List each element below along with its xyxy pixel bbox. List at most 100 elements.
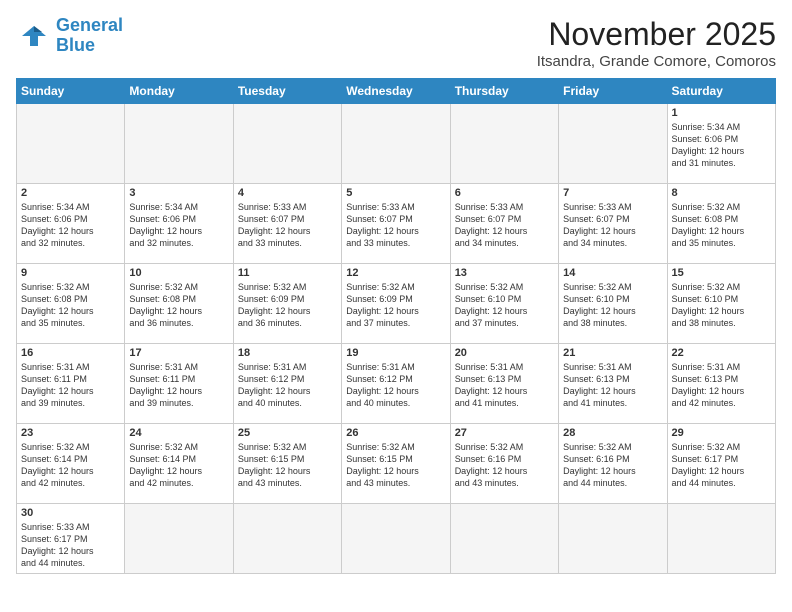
calendar-cell: 9 Sunrise: 5:32 AM Sunset: 6:08 PM Daylig… [17,264,125,344]
column-header-wednesday: Wednesday [342,79,450,104]
calendar-cell: 11 Sunrise: 5:32 AM Sunset: 6:09 PM Dayli… [233,264,341,344]
column-header-sunday: Sunday [17,79,125,104]
day-number: 25 [238,427,337,439]
day-number: 27 [455,427,554,439]
calendar-cell [125,104,233,184]
calendar-cell [667,504,775,574]
day-info: Sunrise: 5:34 AM Sunset: 6:06 PM Dayligh… [21,201,120,250]
day-number: 23 [21,427,120,439]
calendar-cell: 24Sunrise: 5:32 AM Sunset: 6:14 PM Dayli… [125,424,233,504]
day-info: Sunrise: 5:31 AM Sunset: 6:13 PM Dayligh… [563,361,662,410]
logo-blue: Blue [56,35,95,55]
day-number: 2 [21,187,120,199]
day-info: Sunrise: 5:31 AM Sunset: 6:13 PM Dayligh… [455,361,554,410]
header-row: SundayMondayTuesdayWednesdayThursdayFrid… [17,79,776,104]
day-info: Sunrise: 5:32 AM Sunset: 6:10 PM Dayligh… [455,281,554,330]
calendar-cell: 27 Sunrise: 5:32 AM Sunset: 6:16 PM Dayli… [450,424,558,504]
calendar-cell [233,104,341,184]
week-row-6: 30 Sunrise: 5:33 AM Sunset: 6:17 PM Dayli… [17,504,776,574]
location-subtitle: Itsandra, Grande Comore, Comoros [537,53,776,70]
day-info: Sunrise: 5:31 AM Sunset: 6:11 PM Dayligh… [21,361,120,410]
calendar-cell: 1 Sunrise: 5:34 AM Sunset: 6:06 PM Daylig… [667,104,775,184]
day-number: 14 [563,267,662,279]
day-info: Sunrise: 5:31 AM Sunset: 6:12 PM Dayligh… [238,361,337,410]
day-info: Sunrise: 5:33 AM Sunset: 6:17 PM Dayligh… [21,521,120,570]
calendar-cell: 3Sunrise: 5:34 AM Sunset: 6:06 PM Daylig… [125,184,233,264]
day-info: Sunrise: 5:32 AM Sunset: 6:09 PM Dayligh… [346,281,445,330]
day-number: 17 [129,347,228,359]
day-number: 20 [455,347,554,359]
calendar-cell: 4Sunrise: 5:33 AM Sunset: 6:07 PM Daylig… [233,184,341,264]
day-info: Sunrise: 5:32 AM Sunset: 6:15 PM Dayligh… [238,441,337,490]
calendar-cell [559,504,667,574]
day-number: 26 [346,427,445,439]
calendar-cell: 7 Sunrise: 5:33 AM Sunset: 6:07 PM Daylig… [559,184,667,264]
calendar-cell [342,504,450,574]
calendar-cell: 12 Sunrise: 5:32 AM Sunset: 6:09 PM Dayli… [342,264,450,344]
day-info: Sunrise: 5:33 AM Sunset: 6:07 PM Dayligh… [563,201,662,250]
day-info: Sunrise: 5:33 AM Sunset: 6:07 PM Dayligh… [238,201,337,250]
day-info: Sunrise: 5:31 AM Sunset: 6:13 PM Dayligh… [672,361,771,410]
week-row-1: 1 Sunrise: 5:34 AM Sunset: 6:06 PM Daylig… [17,104,776,184]
calendar-cell: 22Sunrise: 5:31 AM Sunset: 6:13 PM Dayli… [667,344,775,424]
calendar-cell: 18Sunrise: 5:31 AM Sunset: 6:12 PM Dayli… [233,344,341,424]
day-number: 15 [672,267,771,279]
day-number: 6 [455,187,554,199]
day-info: Sunrise: 5:32 AM Sunset: 6:09 PM Dayligh… [238,281,337,330]
calendar-cell: 28 Sunrise: 5:32 AM Sunset: 6:16 PM Dayli… [559,424,667,504]
title-block: November 2025 Itsandra, Grande Comore, C… [537,16,776,70]
logo-icon [16,22,52,50]
day-number: 30 [21,507,120,519]
calendar-cell: 14 Sunrise: 5:32 AM Sunset: 6:10 PM Dayli… [559,264,667,344]
day-number: 28 [563,427,662,439]
calendar-cell: 13Sunrise: 5:32 AM Sunset: 6:10 PM Dayli… [450,264,558,344]
calendar-cell: 5Sunrise: 5:33 AM Sunset: 6:07 PM Daylig… [342,184,450,264]
column-header-saturday: Saturday [667,79,775,104]
day-number: 9 [21,267,120,279]
week-row-4: 16Sunrise: 5:31 AM Sunset: 6:11 PM Dayli… [17,344,776,424]
calendar-cell [233,504,341,574]
day-info: Sunrise: 5:32 AM Sunset: 6:08 PM Dayligh… [672,201,771,250]
day-number: 8 [672,187,771,199]
day-number: 11 [238,267,337,279]
day-info: Sunrise: 5:34 AM Sunset: 6:06 PM Dayligh… [672,121,771,170]
day-info: Sunrise: 5:32 AM Sunset: 6:14 PM Dayligh… [129,441,228,490]
day-info: Sunrise: 5:32 AM Sunset: 6:16 PM Dayligh… [563,441,662,490]
calendar-cell [559,104,667,184]
day-number: 3 [129,187,228,199]
day-number: 21 [563,347,662,359]
calendar-cell: 15Sunrise: 5:32 AM Sunset: 6:10 PM Dayli… [667,264,775,344]
calendar-cell: 8 Sunrise: 5:32 AM Sunset: 6:08 PM Daylig… [667,184,775,264]
day-number: 5 [346,187,445,199]
column-header-thursday: Thursday [450,79,558,104]
day-info: Sunrise: 5:32 AM Sunset: 6:08 PM Dayligh… [129,281,228,330]
calendar-cell [450,104,558,184]
day-info: Sunrise: 5:32 AM Sunset: 6:08 PM Dayligh… [21,281,120,330]
logo-text: General Blue [56,16,123,56]
day-info: Sunrise: 5:32 AM Sunset: 6:10 PM Dayligh… [563,281,662,330]
calendar-cell: 25 Sunrise: 5:32 AM Sunset: 6:15 PM Dayli… [233,424,341,504]
calendar-table: SundayMondayTuesdayWednesdayThursdayFrid… [16,78,776,574]
day-number: 10 [129,267,228,279]
day-info: Sunrise: 5:33 AM Sunset: 6:07 PM Dayligh… [455,201,554,250]
day-number: 1 [672,107,771,119]
calendar-cell: 19Sunrise: 5:31 AM Sunset: 6:12 PM Dayli… [342,344,450,424]
day-number: 29 [672,427,771,439]
calendar-cell: 21 Sunrise: 5:31 AM Sunset: 6:13 PM Dayli… [559,344,667,424]
day-number: 12 [346,267,445,279]
calendar-cell: 17Sunrise: 5:31 AM Sunset: 6:11 PM Dayli… [125,344,233,424]
column-header-tuesday: Tuesday [233,79,341,104]
day-info: Sunrise: 5:32 AM Sunset: 6:14 PM Dayligh… [21,441,120,490]
week-row-5: 23 Sunrise: 5:32 AM Sunset: 6:14 PM Dayli… [17,424,776,504]
day-info: Sunrise: 5:32 AM Sunset: 6:15 PM Dayligh… [346,441,445,490]
day-number: 19 [346,347,445,359]
calendar-cell: 26 Sunrise: 5:32 AM Sunset: 6:15 PM Dayli… [342,424,450,504]
calendar-cell: 10 Sunrise: 5:32 AM Sunset: 6:08 PM Dayli… [125,264,233,344]
day-info: Sunrise: 5:32 AM Sunset: 6:16 PM Dayligh… [455,441,554,490]
calendar-cell [17,104,125,184]
day-number: 7 [563,187,662,199]
calendar-cell: 6 Sunrise: 5:33 AM Sunset: 6:07 PM Daylig… [450,184,558,264]
calendar-cell: 16Sunrise: 5:31 AM Sunset: 6:11 PM Dayli… [17,344,125,424]
column-header-monday: Monday [125,79,233,104]
calendar-cell: 20 Sunrise: 5:31 AM Sunset: 6:13 PM Dayli… [450,344,558,424]
